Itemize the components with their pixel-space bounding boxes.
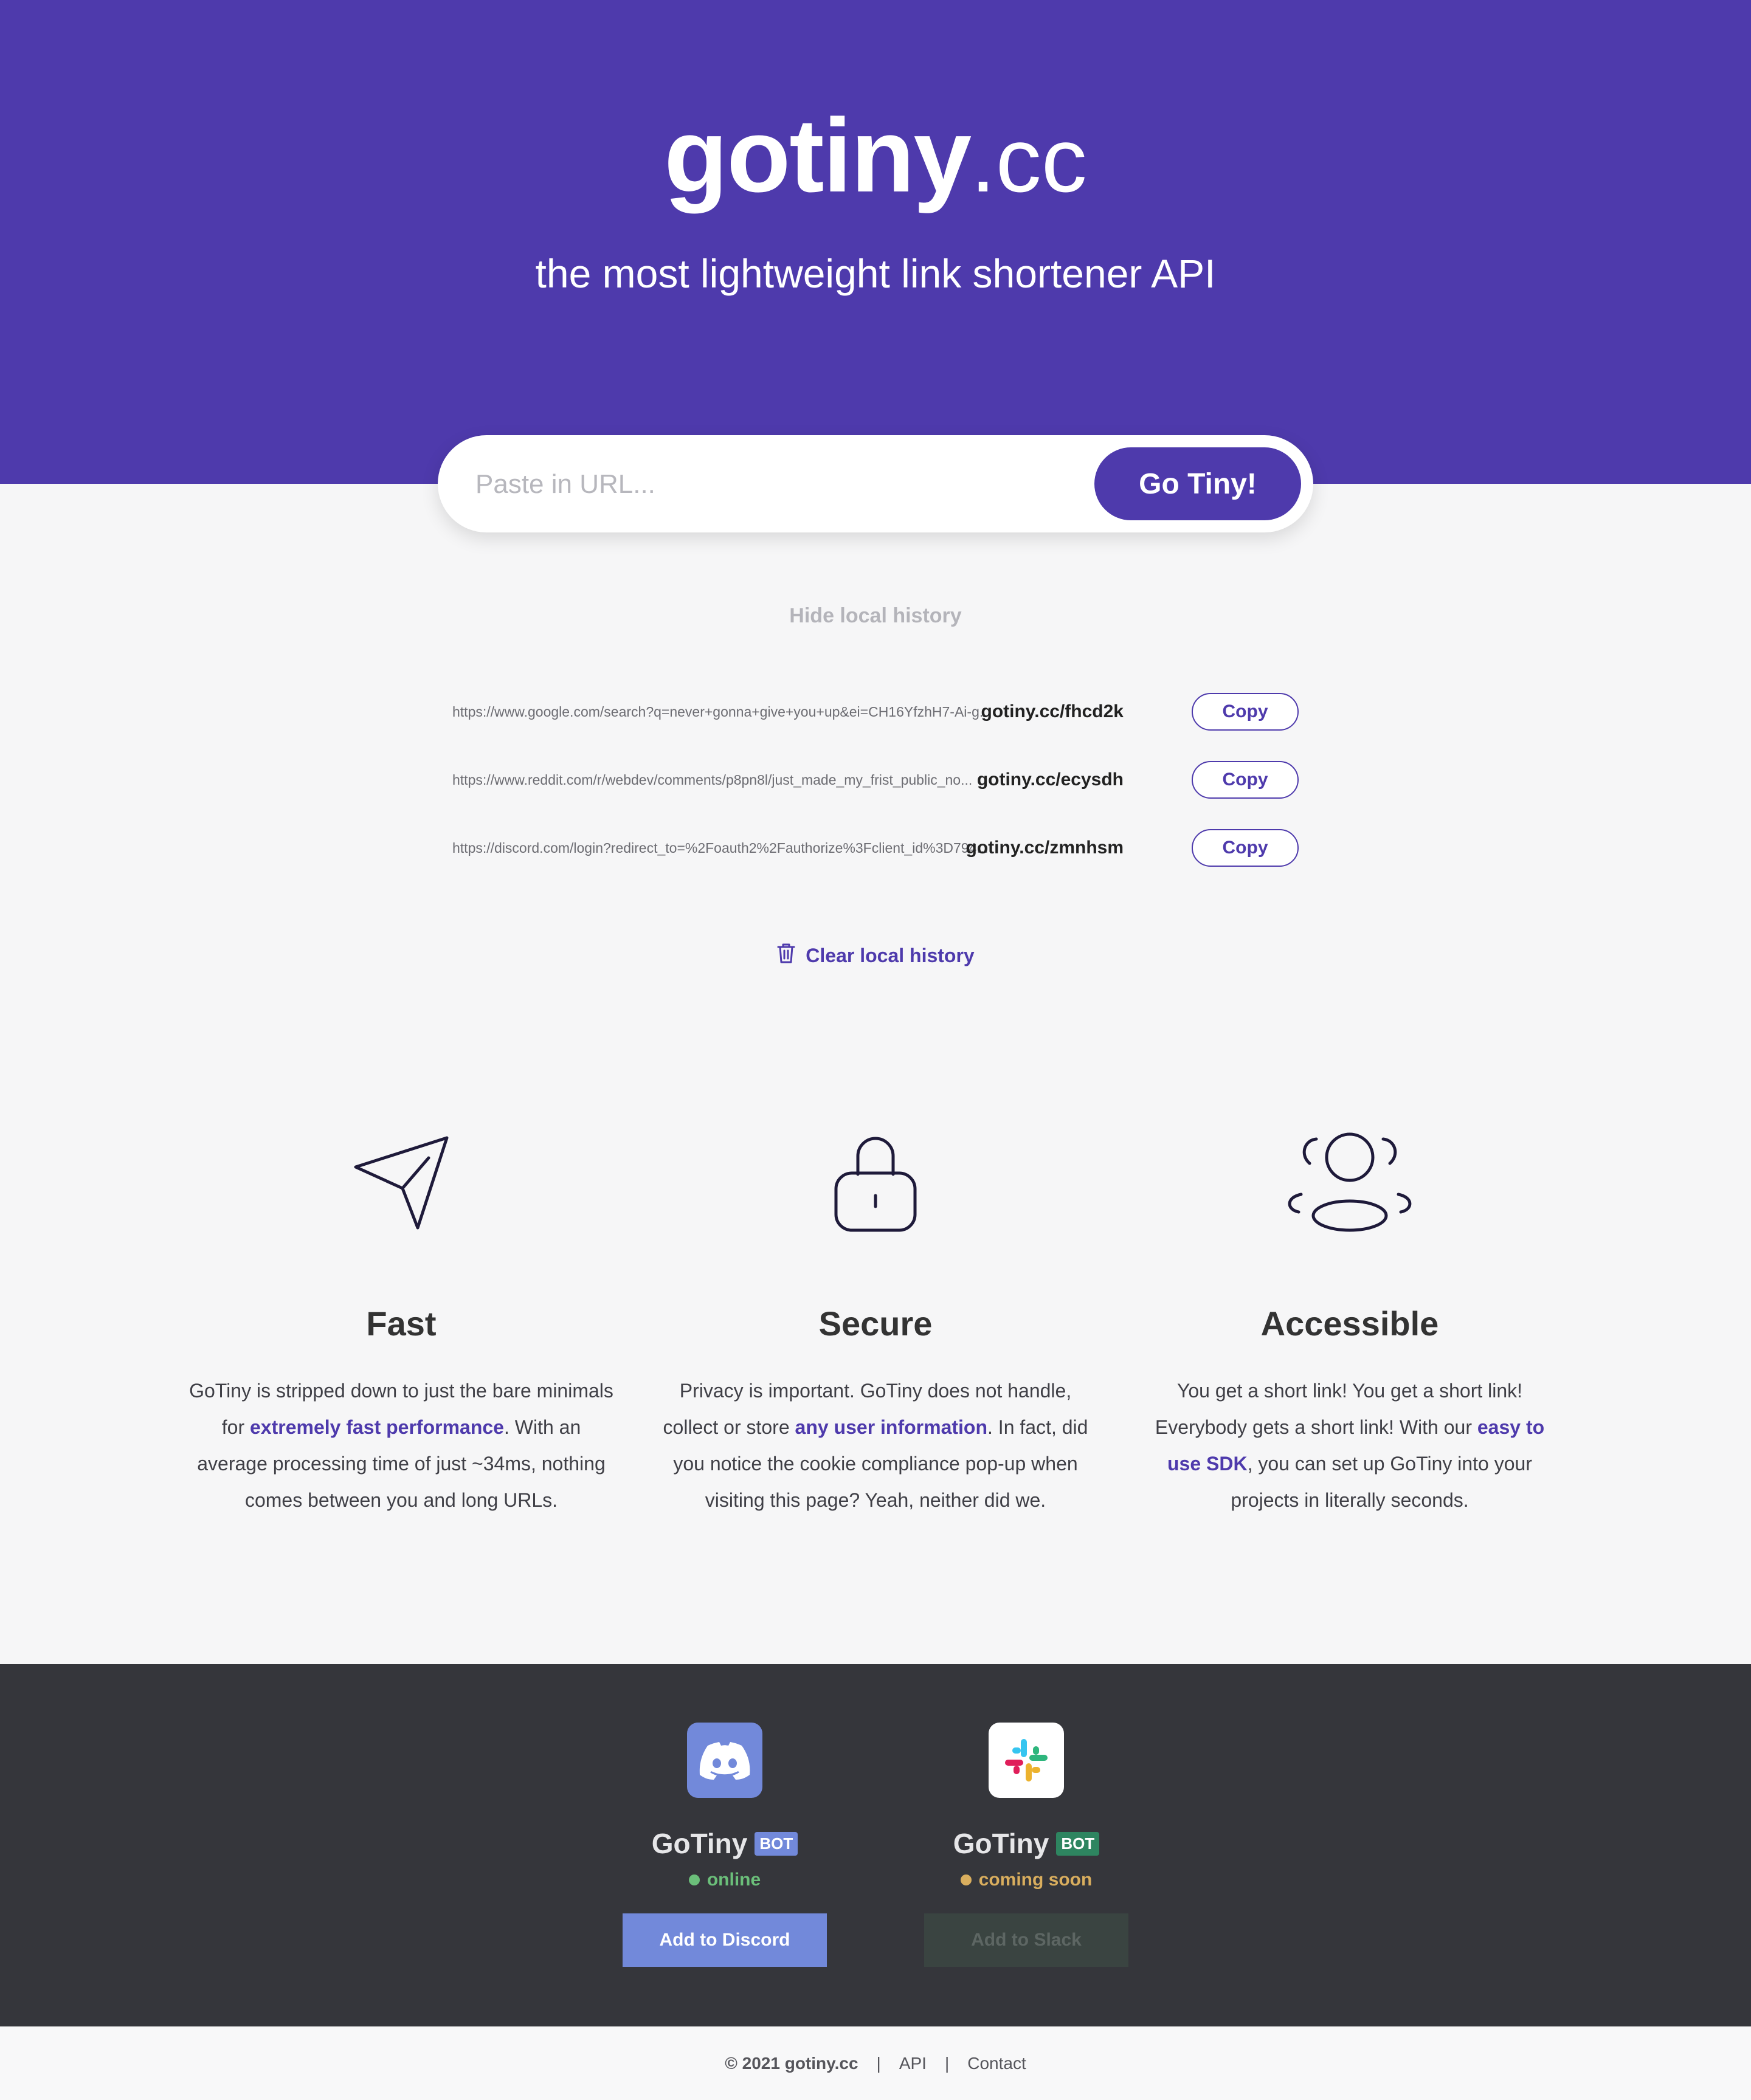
copy-button[interactable]: Copy bbox=[1192, 761, 1299, 799]
logo-bold-text: gotiny bbox=[664, 97, 972, 214]
history-short-url[interactable]: gotiny.cc/ecysdh bbox=[977, 769, 1124, 790]
feature-title: Secure bbox=[818, 1304, 933, 1343]
feature-accessible: Accessible You get a short link! You get… bbox=[1137, 1131, 1563, 1518]
clear-history-label: Clear local history bbox=[806, 944, 975, 966]
hide-history-toggle[interactable]: Hide local history bbox=[0, 604, 1751, 628]
feature-fast: Fast GoTiny is stripped down to just the… bbox=[188, 1131, 614, 1518]
trash-icon bbox=[776, 942, 796, 969]
feature-description: GoTiny is stripped down to just the bare… bbox=[189, 1380, 613, 1511]
footer-separator: | bbox=[944, 2053, 950, 2073]
bot-badge: BOT bbox=[1056, 1831, 1100, 1856]
bot-name: GoTiny BOT bbox=[924, 1827, 1128, 1860]
url-input[interactable] bbox=[474, 460, 1085, 509]
hero-banner bbox=[0, 0, 1751, 484]
history-short-url[interactable]: gotiny.cc/fhcd2k bbox=[981, 701, 1124, 722]
feature-title: Fast bbox=[366, 1304, 437, 1343]
footer-api-link[interactable]: API bbox=[899, 2054, 927, 2073]
footer: © 2021 gotiny.cc | API | Contact bbox=[0, 2026, 1751, 2100]
add-to-slack-button[interactable]: Add to Slack bbox=[924, 1913, 1128, 1967]
feature-link[interactable]: extremely fast performance bbox=[250, 1416, 504, 1438]
copy-button[interactable]: Copy bbox=[1192, 693, 1299, 731]
slack-logo-icon bbox=[989, 1723, 1064, 1798]
history-long-url: https://discord.com/login?redirect_to=%2… bbox=[452, 840, 989, 856]
discord-bot-card: GoTiny BOT online Add to Discord bbox=[623, 1723, 827, 1967]
footer-separator: | bbox=[876, 2053, 881, 2073]
history-row: https://www.google.com/search?q=never+go… bbox=[452, 693, 1299, 733]
logo-tld-text: .cc bbox=[970, 109, 1087, 211]
users-group-icon bbox=[1137, 1131, 1563, 1234]
add-to-discord-button[interactable]: Add to Discord bbox=[623, 1913, 827, 1967]
site-logo: gotiny.cc bbox=[0, 103, 1751, 208]
copyright-text: © 2021 gotiny.cc bbox=[725, 2053, 858, 2073]
status-dot-icon bbox=[688, 1875, 700, 1885]
footer-contact-link[interactable]: Contact bbox=[967, 2054, 1026, 2073]
bot-badge: BOT bbox=[755, 1831, 798, 1856]
go-tiny-button[interactable]: Go Tiny! bbox=[1094, 447, 1301, 520]
bot-status: online bbox=[623, 1870, 827, 1890]
feature-secure: Secure Privacy is important. GoTiny does… bbox=[663, 1131, 1088, 1518]
paper-plane-icon bbox=[188, 1131, 614, 1234]
bot-status: coming soon bbox=[924, 1870, 1128, 1890]
feature-link[interactable]: any user information bbox=[795, 1416, 988, 1438]
clear-history-button[interactable]: Clear local history bbox=[0, 942, 1751, 969]
history-long-url: https://www.reddit.com/r/webdev/comments… bbox=[452, 772, 973, 788]
history-long-url: https://www.google.com/search?q=never+go… bbox=[452, 704, 992, 720]
bots-section: GoTiny BOT online Add to Discord GoTiny … bbox=[0, 1664, 1751, 2026]
feature-description: You get a short link! You get a short li… bbox=[1155, 1380, 1545, 1511]
lock-icon bbox=[663, 1131, 1088, 1234]
url-search-bar: Go Tiny! bbox=[438, 435, 1313, 532]
status-dot-icon bbox=[960, 1875, 972, 1885]
history-row: https://discord.com/login?redirect_to=%2… bbox=[452, 829, 1299, 869]
slack-bot-card: GoTiny BOT coming soon Add to Slack bbox=[924, 1723, 1128, 1967]
copy-button[interactable]: Copy bbox=[1192, 829, 1299, 867]
feature-description: Privacy is important. GoTiny does not ha… bbox=[663, 1380, 1088, 1511]
feature-title: Accessible bbox=[1260, 1304, 1439, 1343]
history-short-url[interactable]: gotiny.cc/zmnhsm bbox=[966, 838, 1124, 858]
tagline: the most lightweight link shortener API bbox=[535, 251, 1216, 296]
history-row: https://www.reddit.com/r/webdev/comments… bbox=[452, 761, 1299, 801]
discord-logo-icon bbox=[687, 1723, 762, 1798]
bot-name: GoTiny BOT bbox=[623, 1827, 827, 1860]
